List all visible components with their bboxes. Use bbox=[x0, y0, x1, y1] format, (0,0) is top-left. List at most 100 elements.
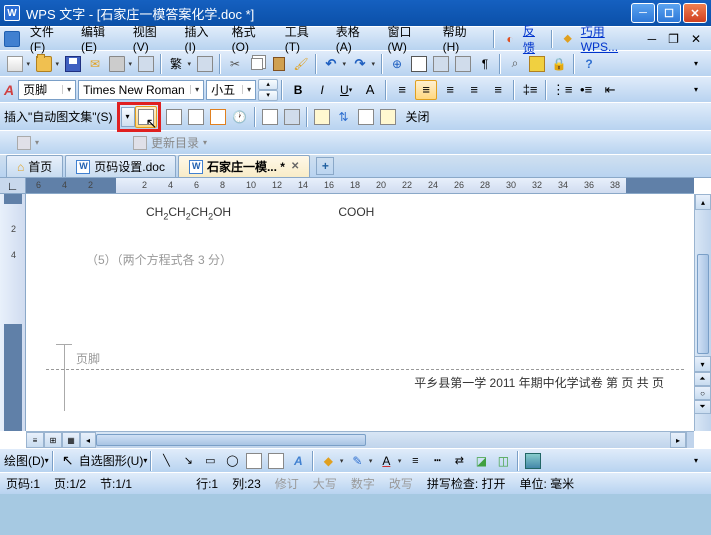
align-distribute-button[interactable]: ≡ bbox=[487, 80, 509, 100]
dash-style-button[interactable]: ┅ bbox=[427, 451, 447, 471]
next-page-button[interactable]: ⏷ bbox=[694, 400, 711, 414]
align-justify-button[interactable]: ≡ bbox=[463, 80, 485, 100]
menu-format[interactable]: 格式(O) bbox=[226, 21, 279, 56]
page-footer-area[interactable]: 页脚 平乡县第一学 2011 年期中化学试卷 第 页 共 页 bbox=[46, 350, 684, 391]
cut-button[interactable]: ✂ bbox=[225, 54, 245, 74]
bold-button[interactable]: B bbox=[287, 80, 309, 100]
horizontal-scrollbar[interactable]: ≡ ⊞ ▦ ◂ ▸ bbox=[26, 431, 694, 448]
feedback-icon[interactable]: ◐ bbox=[500, 29, 520, 49]
line-color-button[interactable]: ✎ bbox=[347, 451, 367, 471]
italic-button[interactable]: I bbox=[311, 80, 333, 100]
insert-pages-button[interactable] bbox=[164, 107, 184, 127]
status-unit[interactable]: 单位: 毫米 bbox=[520, 475, 575, 492]
scroll-right-button[interactable]: ▸ bbox=[670, 432, 686, 448]
new-tab-button[interactable]: + bbox=[316, 157, 334, 175]
scroll-down-button[interactable]: ▾ bbox=[694, 356, 711, 372]
feedback-link[interactable]: 反馈 bbox=[523, 22, 547, 56]
mdi-restore[interactable]: ❐ bbox=[662, 30, 685, 48]
wps-tip-link[interactable]: 巧用WPS... bbox=[581, 23, 642, 54]
shadow-button[interactable]: ◪ bbox=[471, 451, 491, 471]
menu-window[interactable]: 窗口(W) bbox=[382, 21, 437, 56]
arrow-style-button[interactable]: ⇄ bbox=[449, 451, 469, 471]
help-button[interactable]: ? bbox=[579, 54, 599, 74]
toc-nav-button[interactable]: ▾ bbox=[10, 134, 46, 152]
tools-button[interactable] bbox=[527, 54, 547, 74]
status-spell[interactable]: 拼写检查: 打开 bbox=[427, 475, 506, 492]
menu-tools[interactable]: 工具(T) bbox=[279, 21, 330, 56]
autoshapes-menu[interactable]: 自选图形(U) bbox=[79, 452, 144, 469]
font-color-button[interactable]: A bbox=[376, 451, 396, 471]
new-button[interactable] bbox=[5, 54, 25, 74]
status-num[interactable]: 数字 bbox=[351, 475, 375, 492]
horizontal-ruler[interactable]: ∟ 6 4 2 2 4 6 8 10 12 14 16 18 20 22 24 … bbox=[0, 178, 694, 194]
menu-file[interactable]: 文件(F) bbox=[24, 21, 75, 56]
numbering-button[interactable]: ⋮≡ bbox=[551, 80, 573, 100]
underline-button[interactable]: U▾ bbox=[335, 80, 357, 100]
overflow-button-3[interactable]: ▾ bbox=[686, 451, 706, 471]
view-normal-button[interactable]: ≡ bbox=[26, 432, 44, 448]
vertical-ruler[interactable]: 2 4 bbox=[0, 194, 26, 431]
bullets-button[interactable]: •≡ bbox=[575, 80, 597, 100]
overflow-button-2[interactable]: ▾ bbox=[686, 80, 706, 100]
print-preview-button[interactable] bbox=[136, 54, 156, 74]
undo-button[interactable]: ↶ bbox=[321, 54, 341, 74]
maximize-button[interactable]: ☐ bbox=[657, 3, 681, 23]
insert-time-button[interactable]: 🕐 bbox=[230, 107, 250, 127]
redo-button[interactable]: ↷ bbox=[350, 54, 370, 74]
mdi-close[interactable]: ✕ bbox=[685, 30, 707, 48]
vertical-scrollbar[interactable]: ▴ ▾ ⏶ ○ ⏷ bbox=[694, 194, 711, 431]
menu-help[interactable]: 帮助(H) bbox=[437, 21, 489, 56]
print-button[interactable] bbox=[107, 54, 127, 74]
page-setup-button[interactable] bbox=[260, 107, 280, 127]
3d-button[interactable]: ◫ bbox=[493, 451, 513, 471]
format-page-number-button[interactable] bbox=[186, 107, 206, 127]
show-marks-button[interactable]: ¶ bbox=[475, 54, 495, 74]
document-page[interactable]: CH2CH2CH2OH COOH （5）（两个方程式各 3 分） 页脚 平乡县第… bbox=[26, 194, 694, 431]
browse-object-button[interactable]: ○ bbox=[694, 386, 711, 400]
scroll-thumb-h[interactable] bbox=[96, 434, 366, 446]
lock-button[interactable]: 🔒 bbox=[549, 54, 569, 74]
menu-table[interactable]: 表格(A) bbox=[330, 21, 382, 56]
view-page-button[interactable]: ▦ bbox=[62, 432, 80, 448]
scroll-up-button[interactable]: ▴ bbox=[695, 194, 711, 210]
font-size-combo[interactable]: 小五▾ bbox=[206, 80, 256, 100]
view-outline-button[interactable]: ⊞ bbox=[44, 432, 62, 448]
paste-button[interactable] bbox=[269, 54, 289, 74]
font-combo[interactable]: Times New Roman▾ bbox=[78, 80, 204, 100]
oval-button[interactable]: ◯ bbox=[222, 451, 242, 471]
columns-button[interactable] bbox=[453, 54, 473, 74]
mail-button[interactable]: ✉ bbox=[85, 54, 105, 74]
vertical-textbox-button[interactable] bbox=[266, 451, 286, 471]
prev-page-button[interactable]: ⏶ bbox=[694, 372, 711, 386]
find-button[interactable]: ⌕ bbox=[505, 54, 525, 74]
tab-pagenum-doc[interactable]: 页码设置.doc bbox=[65, 155, 176, 177]
align-right-button[interactable]: ≡ bbox=[439, 80, 461, 100]
status-ovr[interactable]: 改写 bbox=[389, 475, 413, 492]
open-button[interactable] bbox=[34, 54, 54, 74]
menu-view[interactable]: 视图(V) bbox=[127, 21, 179, 56]
tab-close-icon[interactable]: ✕ bbox=[291, 161, 299, 172]
same-as-previous-button[interactable] bbox=[312, 107, 332, 127]
autotext-dropdown[interactable]: ▾ bbox=[121, 107, 135, 127]
update-toc-button[interactable]: 更新目录▾ bbox=[126, 134, 214, 152]
line-spacing-button[interactable]: ‡≡ bbox=[519, 80, 541, 100]
show-previous-button[interactable] bbox=[356, 107, 376, 127]
close-button[interactable]: ✕ bbox=[683, 3, 707, 23]
show-document-button[interactable] bbox=[282, 107, 302, 127]
textbox-button[interactable] bbox=[244, 451, 264, 471]
insert-table-button[interactable] bbox=[409, 54, 429, 74]
wordart-button[interactable]: A bbox=[288, 451, 308, 471]
tab-active-doc[interactable]: 石家庄一模... *✕ bbox=[178, 155, 310, 177]
minimize-button[interactable]: ─ bbox=[631, 3, 655, 23]
show-next-button[interactable] bbox=[378, 107, 398, 127]
tab-home[interactable]: ⌂首页 bbox=[6, 155, 63, 177]
line-button[interactable]: ╲ bbox=[156, 451, 176, 471]
split-handle[interactable] bbox=[686, 432, 694, 448]
status-rev[interactable]: 修订 bbox=[275, 475, 299, 492]
menu-edit[interactable]: 编辑(E) bbox=[75, 21, 127, 56]
copy-button[interactable] bbox=[247, 54, 267, 74]
font-effect-button[interactable]: A bbox=[359, 80, 381, 100]
hyperlink-button[interactable]: ⊕ bbox=[387, 54, 407, 74]
traditional-button[interactable]: 繁 bbox=[166, 54, 186, 74]
insert-page-number-button[interactable]: ↖ bbox=[135, 106, 157, 128]
